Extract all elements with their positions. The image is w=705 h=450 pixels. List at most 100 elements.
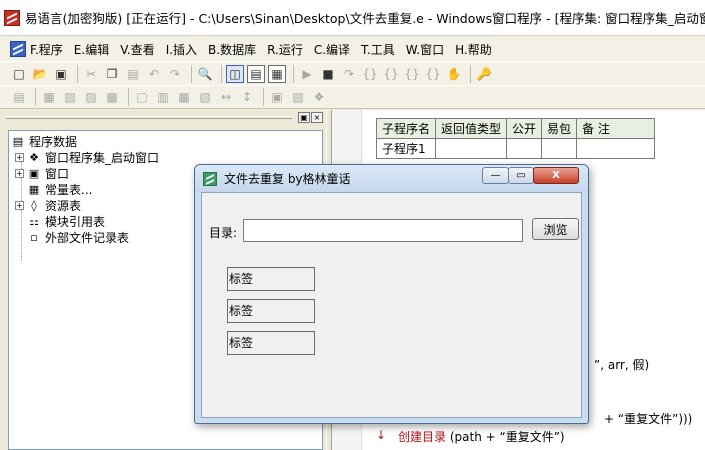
center-h-icon[interactable]: ▣ [268,88,286,106]
pin-icon[interactable]: ▣ [298,112,310,123]
open-folder-icon[interactable]: 📂 [31,65,49,83]
same-width-icon[interactable]: ▥ [154,88,172,106]
code-operator: + [604,412,618,426]
dialog-app-icon [203,171,217,186]
step-icon[interactable]: ↷ [340,65,358,83]
align-right-icon[interactable]: ▧ [61,88,79,106]
program-data-icon: ▤ [12,134,24,148]
menu-edit[interactable]: E.编辑 [74,41,109,58]
module-ref-icon: ⚏ [29,214,39,228]
bring-front-icon[interactable]: ❖ [310,88,328,106]
browse-button[interactable]: 浏览 [532,218,579,240]
table-cell[interactable]: 子程序1 [375,138,437,159]
redo-icon[interactable]: ↷ [166,65,184,83]
directory-label: 目录: [209,226,238,240]
tree-root[interactable]: ▤ 程序数据 [11,133,77,149]
window-icon: ▣ [28,166,40,180]
col-return-type: 返回值类型 [435,118,508,139]
paste-icon[interactable]: ▤ [124,65,142,83]
same-size-icon[interactable]: ▧ [196,88,214,106]
tree-item-module-refs[interactable]: ⚏ 模块引用表 [27,213,105,229]
menu-compile[interactable]: C.编译 [314,41,350,58]
copy-icon[interactable]: ❐ [103,65,121,83]
align-bottom-icon[interactable]: ▢ [133,88,151,106]
menu-program[interactable]: F.程序 [30,41,63,58]
window-title-bar: 易语言(加密狗版) [正在运行] - C:\Users\Sinan\Deskto… [0,0,705,36]
tree-item-label: 资源表 [45,198,82,213]
table-cell[interactable] [541,138,578,159]
menu-tools[interactable]: T.工具 [361,41,395,58]
menu-database[interactable]: B.数据库 [208,41,256,58]
expand-icon[interactable]: + [15,152,24,162]
dialog-client-area: 目录: 浏览 标签 标签 标签 [201,192,582,418]
table-cell[interactable] [435,138,508,159]
run-to-cursor-icon[interactable]: {} [424,65,442,83]
tree-item-constants[interactable]: ▦ 常量表... [27,181,93,197]
step-over-icon[interactable]: {} [382,65,400,83]
step-out-icon[interactable]: {} [403,65,421,83]
undo-icon[interactable]: ↶ [145,65,163,83]
toolbar-separator [263,88,264,106]
find-icon[interactable]: 🔍 [196,65,214,83]
step-into-icon[interactable]: {} [361,65,379,83]
hspace-icon[interactable]: ↔ [217,88,235,106]
dog-key-icon[interactable]: 🔑 [475,65,493,83]
vspace-icon[interactable]: ↕ [238,88,256,106]
toolbar-separator [470,64,471,83]
external-file-icon: ▫ [30,230,38,244]
code-paren: ) [559,430,565,444]
panel-header: ▣ × [0,110,326,126]
menu-window[interactable]: W.窗口 [406,41,444,58]
expand-icon[interactable]: + [15,168,24,178]
menu-insert[interactable]: I.插入 [166,41,197,58]
toolbar-separator [35,88,36,106]
app-logo-icon [4,9,20,26]
toolbar-separator [293,64,294,83]
table-cell[interactable] [506,138,543,159]
directory-input[interactable] [243,219,523,242]
hand-icon[interactable]: ✋ [445,65,463,83]
standard-toolbar: □ 📂 ▣ ✂ ❐ ▤ ↶ ↷ 🔍 ◫ ▤ ▦ ▶ ■ ↷ {} {} {} {… [0,61,705,85]
table-cell[interactable] [576,138,656,159]
col-public: 公开 [506,118,543,139]
toolbar-separator [221,64,222,83]
align-middle-icon[interactable]: ▩ [103,88,121,106]
save-icon[interactable]: ▣ [52,65,70,83]
toolbar-separator [191,64,192,83]
tree-item-window[interactable]: + ▣ 窗口 [15,165,69,181]
stop-icon[interactable]: ■ [319,65,337,83]
run-icon[interactable]: ▶ [298,65,316,83]
align-top-icon[interactable]: ▨ [82,88,100,106]
panel-grip[interactable] [6,116,292,119]
code-paren: ))) [678,412,693,426]
tree-item-window-assembly[interactable]: + ❖ 窗口程序集_启动窗口 [15,149,159,165]
close-button[interactable]: X [533,167,579,184]
layout-1-icon[interactable]: ◫ [226,64,244,83]
align-toolbar: ▤ ▦ ▧ ▨ ▩ ▢ ▥ ▦ ▧ ↔ ↕ ▣ ▧ ❖ [0,85,705,109]
align-left-icon[interactable]: ▤ [10,88,28,106]
layout-2-icon[interactable]: ▤ [247,64,265,83]
tree-item-external-files[interactable]: ▫ 外部文件记录表 [27,229,129,245]
tree-item-label: 窗口 [45,166,70,181]
menu-view[interactable]: V.查看 [120,41,154,58]
align-center-icon[interactable]: ▦ [40,88,58,106]
table-header-row: 子程序名 返回值类型 公开 易包 备 注 [375,118,656,139]
minimize-button[interactable]: — [482,167,509,184]
expand-icon[interactable]: + [15,200,24,210]
new-file-icon[interactable]: □ [10,65,28,83]
same-height-icon[interactable]: ▦ [175,88,193,106]
maximize-button[interactable]: ▭ [508,167,534,184]
menu-run[interactable]: R.运行 [267,41,303,58]
dialog-title: 文件去重复 by格林童话 [224,172,351,186]
center-v-icon[interactable]: ▧ [289,88,307,106]
tree-item-resources[interactable]: + ◊ 资源表 [15,197,81,213]
dialog-title-bar[interactable]: 文件去重复 by格林童话 — ▭ X [195,165,588,192]
layout-3-icon[interactable]: ▦ [268,64,286,83]
close-icon[interactable]: × [311,112,323,123]
menu-help[interactable]: H.帮助 [455,41,492,58]
subroutine-table[interactable]: 子程序名 返回值类型 公开 易包 备 注 子程序1 [375,118,656,159]
toolbar-separator [128,88,129,106]
table-row[interactable]: 子程序1 [375,138,656,159]
cut-icon[interactable]: ✂ [82,65,100,83]
document-menu-icon[interactable] [10,41,26,57]
